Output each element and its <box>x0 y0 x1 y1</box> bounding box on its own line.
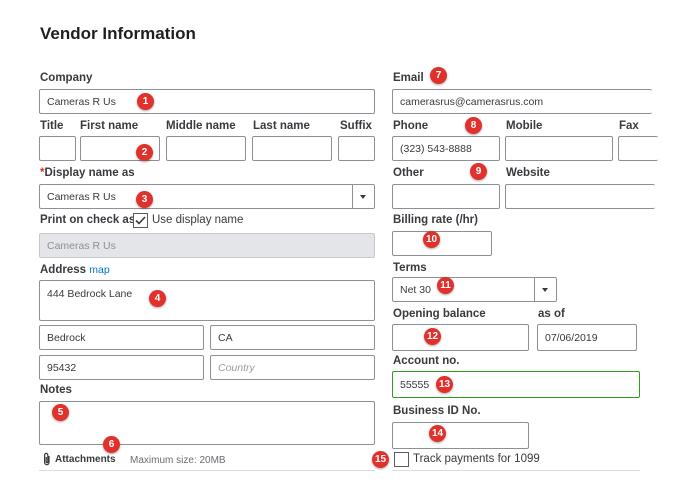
middle-name-input[interactable] <box>166 136 246 161</box>
address-label: Address map <box>40 264 110 276</box>
as-of-date-input[interactable]: 07/06/2019 <box>537 324 637 351</box>
divider <box>39 470 375 471</box>
website-input[interactable] <box>505 184 655 209</box>
attachments-button[interactable]: Attachments <box>42 452 116 466</box>
annotation-badge: 12 <box>424 328 441 345</box>
email-value: camerasrus@camerasrus.com <box>400 95 544 108</box>
phone-input[interactable]: (323) 543-8888 <box>392 136 500 161</box>
state-input[interactable]: CA <box>210 325 375 350</box>
terms-select[interactable]: Net 30 <box>392 277 557 302</box>
notes-label: Notes <box>40 384 72 396</box>
display-name-select[interactable]: Cameras R Us <box>39 184 375 209</box>
annotation-badge: 2 <box>136 144 153 161</box>
email-input[interactable]: camerasrus@camerasrus.com <box>392 89 652 114</box>
annotation-badge: 15 <box>372 451 389 468</box>
annotation-badge: 14 <box>429 425 446 442</box>
fax-input[interactable] <box>618 136 658 161</box>
account-no-value: 55555 <box>400 378 430 391</box>
country-placeholder: Country <box>218 361 255 374</box>
divider <box>392 470 640 471</box>
dropdown-divider <box>352 185 353 208</box>
last-name-label: Last name <box>253 120 310 132</box>
mobile-label: Mobile <box>506 120 543 132</box>
city-input[interactable]: Bedrock <box>39 325 204 350</box>
display-name-value: Cameras R Us <box>47 190 116 203</box>
checkmark-icon <box>135 216 146 225</box>
website-label: Website <box>506 167 550 179</box>
page-title: Vendor Information <box>40 24 196 43</box>
as-of-label: as of <box>538 308 565 320</box>
street-value: 444 Bedrock Lane <box>47 288 133 300</box>
state-value: CA <box>218 331 233 344</box>
other-label: Other <box>393 167 424 179</box>
suffix-input[interactable] <box>338 136 375 161</box>
display-name-label: *Display name as <box>40 167 135 179</box>
map-link[interactable]: map <box>89 264 109 276</box>
company-label: Company <box>40 72 93 84</box>
track-1099-label: Track payments for 1099 <box>413 453 540 465</box>
notes-textarea[interactable] <box>39 401 375 445</box>
billing-rate-input[interactable] <box>392 231 492 256</box>
opening-balance-label: Opening balance <box>393 308 486 320</box>
annotation-badge: 7 <box>430 67 447 84</box>
phone-value: (323) 543-8888 <box>400 142 472 155</box>
fax-label: Fax <box>619 120 639 132</box>
annotation-badge: 3 <box>136 191 153 208</box>
mobile-input[interactable] <box>505 136 613 161</box>
annotation-badge: 4 <box>149 290 166 307</box>
attachments-label: Attachments <box>55 453 116 465</box>
zip-value: 95432 <box>47 361 77 374</box>
zip-input[interactable]: 95432 <box>39 355 204 380</box>
title-input[interactable] <box>39 136 76 161</box>
terms-value: Net 30 <box>400 283 431 296</box>
other-input[interactable] <box>392 184 500 209</box>
company-value: Cameras R Us <box>47 95 116 108</box>
annotation-badge: 13 <box>436 376 453 393</box>
address-label-text: Address <box>40 264 87 276</box>
billing-rate-label: Billing rate (/hr) <box>393 214 478 226</box>
as-of-date-value: 07/06/2019 <box>545 331 598 344</box>
annotation-badge: 1 <box>137 93 154 110</box>
opening-balance-input[interactable] <box>392 324 529 351</box>
email-label: Email <box>393 72 424 84</box>
last-name-input[interactable] <box>252 136 332 161</box>
track-1099-checkbox[interactable] <box>394 452 409 467</box>
middle-name-label: Middle name <box>166 120 236 132</box>
display-name-label-text: Display name as <box>44 167 135 179</box>
annotation-badge: 6 <box>103 436 120 453</box>
city-value: Bedrock <box>47 331 86 344</box>
use-display-name-checkbox[interactable] <box>133 213 148 228</box>
business-id-label: Business ID No. <box>393 405 481 417</box>
chevron-down-icon <box>542 288 548 292</box>
street-address-input[interactable]: 444 Bedrock Lane <box>39 280 375 321</box>
paperclip-icon <box>44 452 50 466</box>
first-name-label: First name <box>80 120 139 132</box>
annotation-badge: 8 <box>465 117 482 134</box>
suffix-label: Suffix <box>340 120 372 132</box>
terms-label: Terms <box>393 262 427 274</box>
phone-label: Phone <box>393 120 429 132</box>
annotation-badge: 9 <box>470 163 487 180</box>
chevron-down-icon <box>360 195 366 199</box>
title-label: Title <box>40 120 64 132</box>
print-on-check-label: Print on check as <box>40 214 136 226</box>
country-input[interactable]: Country <box>210 355 375 380</box>
account-no-input[interactable]: 55555 <box>392 371 640 398</box>
annotation-badge: 10 <box>423 231 440 248</box>
dropdown-divider <box>534 278 535 301</box>
print-on-check-value: Cameras R Us <box>47 239 116 252</box>
use-display-name-label: Use display name <box>152 214 244 226</box>
print-on-check-input: Cameras R Us <box>39 233 375 258</box>
attachments-max-size: Maximum size: 20MB <box>130 455 226 466</box>
company-input[interactable]: Cameras R Us <box>39 89 375 114</box>
account-no-label: Account no. <box>393 355 460 367</box>
annotation-badge: 5 <box>52 404 69 421</box>
business-id-input[interactable] <box>392 422 529 449</box>
annotation-badge: 11 <box>437 277 454 294</box>
